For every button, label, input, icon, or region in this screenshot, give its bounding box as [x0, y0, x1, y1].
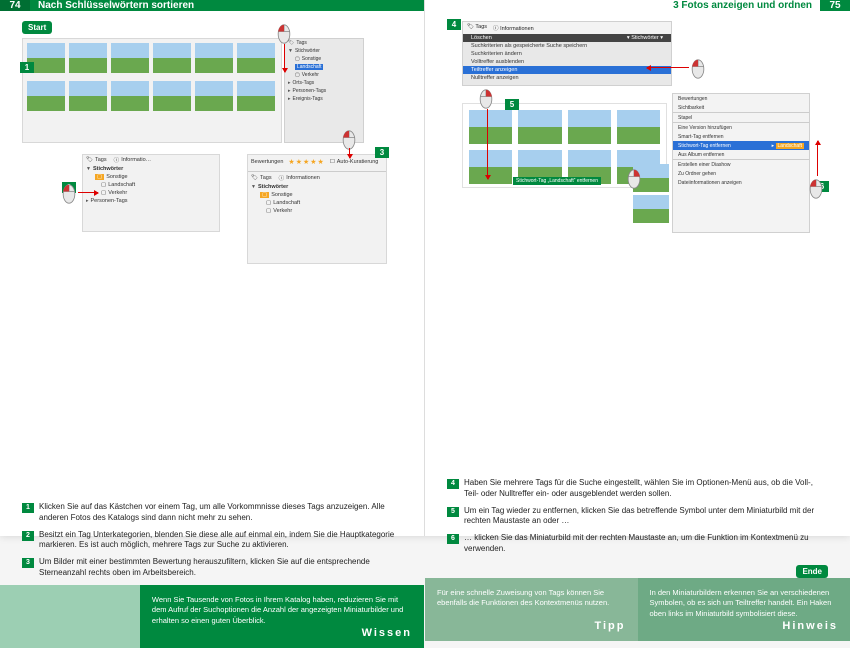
figure-area-right: 🏷 Tagsⓘ Informationen Löschen▾ Stichwört…: [447, 21, 828, 246]
step-marker-1: 1: [20, 62, 34, 73]
arrow-up-icon: [817, 141, 818, 176]
tipp-label: Tipp: [594, 619, 625, 634]
step-item: 2Besitzt ein Tag Unterkategorien, blende…: [22, 530, 402, 552]
figure-area-left: 🏷Tags ▼Stichwörter ▢Sonstige Landschaft …: [22, 34, 402, 264]
arrow-down-icon: [349, 148, 350, 158]
figure-3-panel: Bewertungen ★★★★★ ☐ Auto-Kuratierung 🏷Ta…: [247, 154, 387, 264]
wissen-text: Wenn Sie Tausende von Fotos in Ihrem Kat…: [152, 595, 412, 627]
hinweis-label: Hinweis: [782, 619, 838, 634]
mouse-cursor-icon: [625, 169, 643, 189]
figure-6-context-menu: Bewertungen Sichtbarkeit Stapel Eine Ver…: [672, 93, 810, 233]
step-marker-3: 3: [375, 147, 389, 158]
wissen-pad: [0, 585, 140, 648]
rating-stars: ★★★★★: [285, 156, 327, 168]
steps-right: 4Haben Sie mehrere Tags für die Suche ei…: [447, 478, 828, 555]
start-badge: Start: [22, 21, 52, 34]
page-left: 74 Nach Schlüsselwörtern sortieren Start…: [0, 0, 425, 536]
figure-4-menu: 🏷 Tagsⓘ Informationen Löschen▾ Stichwört…: [462, 21, 672, 86]
step-item: 6… klicken Sie das Miniaturbild mit der …: [447, 533, 828, 555]
page-right: 3 Fotos anzeigen und ordnen 75 🏷 Tagsⓘ I…: [425, 0, 850, 536]
mouse-cursor-icon: [689, 59, 707, 79]
steps-left: 1Klicken Sie auf das Kästchen vor einem …: [22, 502, 402, 579]
book-spread: 74 Nach Schlüsselwörtern sortieren Start…: [0, 0, 850, 536]
mouse-cursor-icon: [807, 179, 825, 199]
wissen-label: Wissen: [362, 626, 412, 641]
end-badge: Ende: [796, 565, 828, 578]
header-left: 74 Nach Schlüsselwörtern sortieren: [0, 0, 424, 11]
mouse-cursor-icon: [340, 130, 358, 150]
step-item: 1Klicken Sie auf das Kästchen vor einem …: [22, 502, 402, 524]
mouse-cursor-icon: [275, 24, 293, 44]
arrow-right-icon: [78, 192, 98, 193]
page-number-left: 74: [0, 0, 30, 11]
content-right: 🏷 Tagsⓘ Informationen Löschen▾ Stichwört…: [425, 11, 850, 578]
step-item: 4Haben Sie mehrere Tags für die Suche ei…: [447, 478, 828, 500]
chapter-title-left: Nach Schlüsselwörtern sortieren: [30, 0, 424, 11]
page-number-right: 75: [820, 0, 850, 11]
step-item: 3Um Bilder mit einer bestimmten Bewertun…: [22, 557, 402, 579]
mouse-cursor-icon: [477, 89, 495, 109]
tipp-text: Für eine schnelle Zuweisung von Tags kön…: [437, 588, 626, 609]
arrow-left-icon: [647, 67, 689, 68]
arrow-down-icon: [284, 44, 285, 72]
figure-2-panel: 🏷Tags ⓘInformatio… ▼Stichwörter ▢Sonstig…: [82, 154, 220, 232]
footer-left: Wenn Sie Tausende von Fotos in Ihrem Kat…: [0, 585, 424, 648]
thumb-tooltip: Stichwort-Tag „Landschaft“ entfernen: [513, 177, 601, 185]
content-left: Start 🏷Tags ▼Stichwörter ▢Sonstige Lands…: [0, 11, 424, 585]
wissen-box: Wenn Sie Tausende von Fotos in Ihrem Kat…: [140, 585, 424, 648]
step-marker-4: 4: [447, 19, 461, 30]
header-right: 3 Fotos anzeigen und ordnen 75: [425, 0, 850, 11]
hinweis-box: In den Miniaturbildern erkennen Sie an v…: [638, 578, 850, 641]
tipp-box: Für eine schnelle Zuweisung von Tags kön…: [425, 578, 638, 641]
hinweis-text: In den Miniaturbildern erkennen Sie an v…: [650, 588, 839, 620]
arrow-down-icon: [487, 109, 488, 179]
footer-right: Für eine schnelle Zuweisung von Tags kön…: [425, 578, 850, 641]
figure-1-thumbnail-grid: [22, 38, 282, 143]
chapter-title-right: 3 Fotos anzeigen und ordnen: [425, 0, 820, 11]
step-marker-5: 5: [505, 99, 519, 110]
step-item: 5Um ein Tag wieder zu entfernen, klicken…: [447, 506, 828, 528]
mouse-cursor-icon: [60, 184, 78, 204]
figure-1-side-panel: 🏷Tags ▼Stichwörter ▢Sonstige Landschaft …: [284, 38, 364, 143]
